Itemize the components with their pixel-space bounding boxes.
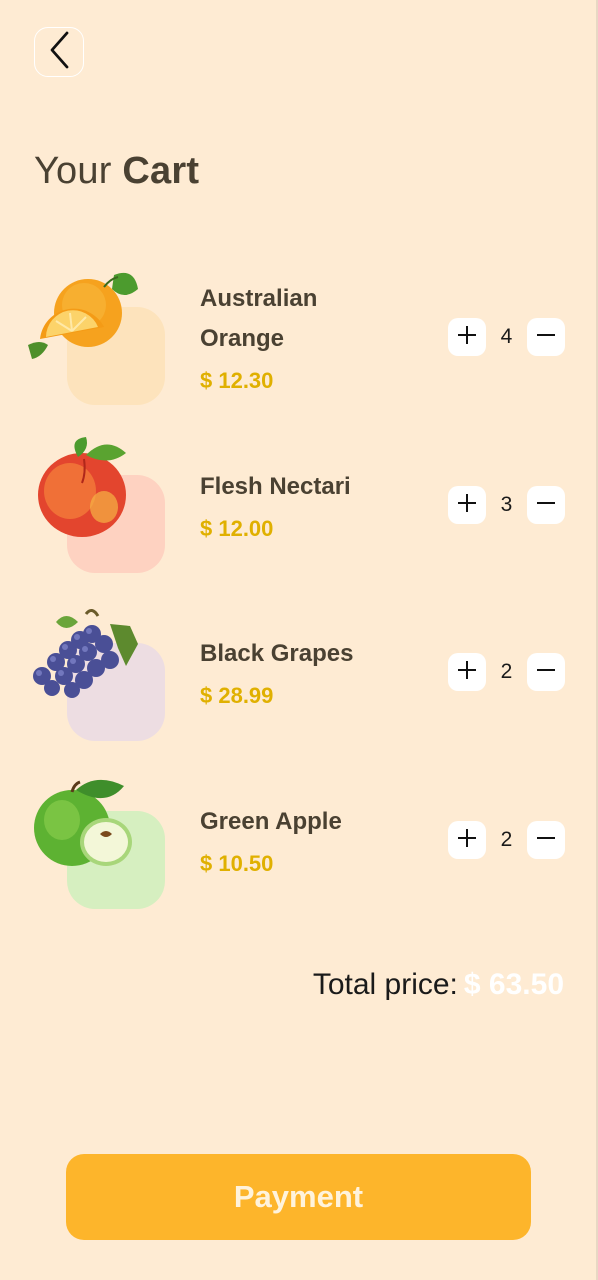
plus-icon [457, 325, 477, 350]
increase-quantity-button[interactable] [448, 653, 486, 691]
quantity-value: 4 [500, 325, 513, 348]
quantity-value: 2 [500, 828, 513, 851]
peach-icon [26, 433, 146, 548]
plus-icon [457, 493, 477, 518]
quantity-stepper: 2 [448, 653, 565, 691]
item-price: $ 12.30 [200, 368, 274, 393]
quantity-value: 2 [500, 660, 513, 683]
minus-icon [536, 325, 556, 350]
item-name: Flesh Nectari [200, 473, 351, 500]
page-title: Your Cart [34, 150, 199, 193]
quantity-value: 3 [500, 493, 513, 516]
cart-item: Flesh Nectari $ 12.00 3 [0, 433, 598, 583]
increase-quantity-button[interactable] [448, 318, 486, 356]
total-price-value: $ 63.50 [463, 968, 564, 1001]
page-title-prefix: Your [34, 150, 112, 192]
cart-item: Green Apple $ 10.50 2 [0, 768, 598, 918]
increase-quantity-button[interactable] [448, 486, 486, 524]
cart-item: Black Grapes $ 28.99 2 [0, 600, 598, 750]
quantity-stepper: 4 [448, 318, 565, 356]
increase-quantity-button[interactable] [448, 821, 486, 859]
payment-button[interactable]: Payment [66, 1154, 531, 1240]
quantity-stepper: 2 [448, 821, 565, 859]
decrease-quantity-button[interactable] [527, 821, 565, 859]
minus-icon [536, 660, 556, 685]
item-name: Australian Orange [200, 285, 318, 352]
plus-icon [457, 828, 477, 853]
item-name: Black Grapes [200, 640, 354, 667]
cart-item: Australian Orange $ 12.30 4 [0, 265, 598, 415]
decrease-quantity-button[interactable] [527, 318, 565, 356]
minus-icon [536, 828, 556, 853]
apple-icon [26, 776, 146, 881]
grapes-icon [26, 604, 146, 709]
minus-icon [536, 493, 556, 518]
chevron-left-icon [48, 31, 70, 74]
decrease-quantity-button[interactable] [527, 653, 565, 691]
total-price: Total price: $ 63.50 [313, 968, 564, 1002]
orange-icon [26, 265, 146, 380]
total-price-label: Total price: [312, 968, 458, 1001]
decrease-quantity-button[interactable] [527, 486, 565, 524]
page-title-bold: Cart [122, 150, 200, 192]
item-price: $ 12.00 [200, 516, 274, 541]
plus-icon [457, 660, 477, 685]
quantity-stepper: 3 [448, 486, 565, 524]
item-name: Green Apple [200, 808, 342, 835]
back-button[interactable] [34, 27, 84, 77]
item-price: $ 28.99 [200, 683, 274, 708]
item-price: $ 10.50 [200, 851, 274, 876]
